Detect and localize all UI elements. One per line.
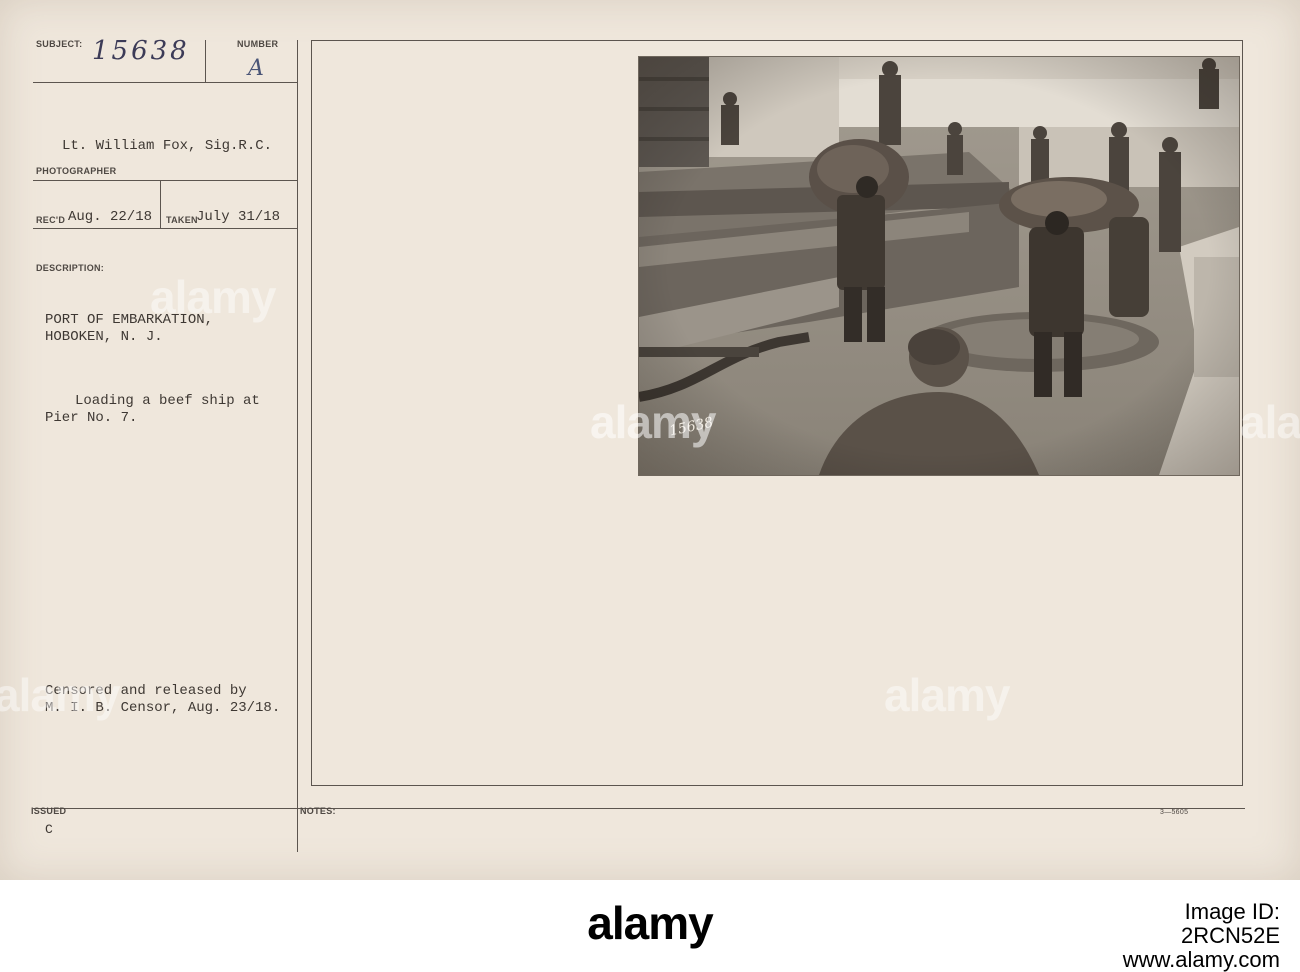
taken-date: July 31/18 [196, 209, 281, 225]
subject-number-handwritten: 15638 [92, 36, 190, 66]
stock-image-id: Image ID: 2RCN52E www.alamy.com [1080, 899, 1280, 972]
stock-image-id-line-1: Image ID: 2RCN52E [1180, 899, 1280, 948]
issued-label: ISSUED [31, 806, 67, 816]
form-code: 3—5605 [1160, 809, 1189, 816]
rule-above-issued [33, 808, 1245, 809]
watermark-right: alamy [1240, 396, 1300, 448]
subject-number-divider [205, 40, 206, 82]
number-value-handwritten: A [248, 56, 264, 81]
stock-logo: alamy [587, 897, 713, 949]
photographer-name: Lt. William Fox, Sig.R.C. [62, 138, 273, 154]
photo-scene [639, 57, 1239, 475]
description-heading-line-2: HOBOKEN, N. J. [45, 329, 163, 345]
watermark-center: alamy [150, 271, 276, 323]
rule-under-dates [33, 228, 298, 229]
watermark-bottom-left: alamy [0, 669, 120, 721]
photographer-label: PHOTOGRAPHER [36, 166, 117, 176]
description-body-line-1: Loading a beef ship at [75, 393, 260, 409]
notes-label: NOTES: [300, 806, 336, 816]
rule-under-photographer [33, 180, 298, 181]
watermark-bottom-right: alamy [884, 669, 1010, 721]
description-body-line-2: Pier No. 7. [45, 410, 138, 426]
archive-record-card: SUBJECT: 15638 NUMBER A Lt. William Fox,… [0, 0, 1300, 880]
stock-image-id-line-2: www.alamy.com [1122, 947, 1280, 972]
received-date: Aug. 22/18 [68, 209, 153, 225]
number-label: NUMBER [237, 39, 279, 49]
description-label: DESCRIPTION: [36, 263, 105, 273]
photograph-loading-beef-ship: 15638 [638, 56, 1240, 476]
issued-value: C [45, 822, 53, 837]
rule-under-subject [33, 82, 298, 83]
left-column-divider [297, 40, 298, 852]
recd-taken-divider [160, 180, 161, 228]
received-label: REC'D [36, 215, 66, 225]
watermark-photo: alamy [590, 396, 716, 448]
taken-label: TAKEN [166, 215, 198, 225]
subject-label: SUBJECT: [36, 39, 83, 49]
